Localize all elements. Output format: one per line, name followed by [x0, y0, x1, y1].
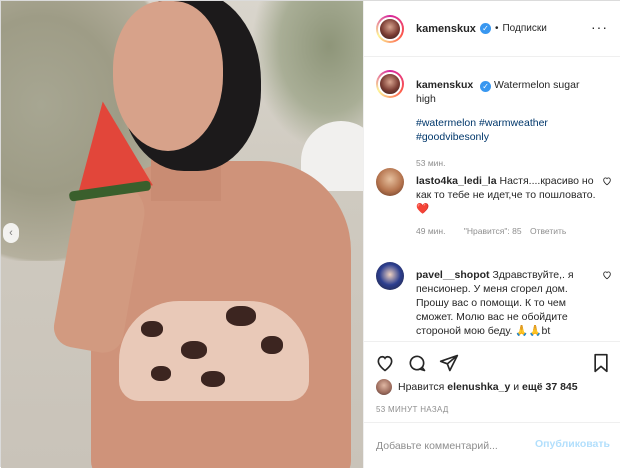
- likes-and: и: [513, 381, 520, 393]
- leopard-spot: [261, 336, 283, 354]
- following-button[interactable]: Подписки: [502, 23, 546, 34]
- carousel-prev-button[interactable]: ‹: [3, 223, 19, 243]
- liker-username[interactable]: elenushka_y: [447, 381, 510, 393]
- like-comment-heart-icon[interactable]: [602, 270, 612, 283]
- comments-list[interactable]: kamenskux ✓ Watermelon sugar high #water…: [364, 58, 620, 340]
- add-comment-bar: Опубликовать: [364, 422, 620, 468]
- commenter-avatar[interactable]: [376, 168, 404, 196]
- like-comment-heart-icon[interactable]: [602, 176, 612, 189]
- leopard-spot: [181, 341, 207, 359]
- hashtag-link[interactable]: #watermelon: [416, 117, 476, 129]
- verified-badge-icon: ✓: [479, 23, 491, 34]
- hashtag-link[interactable]: #warmweather: [479, 117, 548, 129]
- reply-button[interactable]: Ответить: [530, 226, 566, 236]
- liker-avatar: [376, 379, 392, 395]
- likes-count[interactable]: ещё 37 845: [522, 381, 578, 393]
- heart-emoji: ❤️: [416, 203, 430, 215]
- comment-username[interactable]: pavel__shopot: [416, 269, 490, 281]
- comment-bubble-icon[interactable]: [406, 352, 428, 374]
- like-heart-icon[interactable]: [374, 352, 396, 374]
- post-side-panel: kamenskux ✓ • Подписки ··· kamenskux ✓ W…: [363, 1, 620, 468]
- caption-time: 53 мин.: [416, 158, 446, 168]
- comment-time: 49 мин.: [416, 226, 446, 236]
- chevron-left-icon: ‹: [9, 227, 13, 239]
- leopard-spot: [201, 371, 225, 387]
- post-header: kamenskux ✓ • Подписки ···: [364, 1, 620, 57]
- author-username[interactable]: kamenskux: [416, 23, 476, 35]
- post-photo[interactable]: ‹: [1, 1, 363, 468]
- publish-comment-button[interactable]: Опубликовать: [535, 438, 610, 450]
- pray-emoji: 🙏🙏bt: [515, 325, 551, 337]
- comment-input[interactable]: [376, 436, 536, 456]
- commenter-avatar[interactable]: [376, 262, 404, 290]
- caption-avatar[interactable]: [376, 70, 404, 98]
- verified-badge-icon: ✓: [480, 81, 492, 92]
- post-timestamp: 53 МИНУТ НАЗАД: [376, 405, 449, 414]
- comment-likes-count[interactable]: "Нравится": 85: [464, 226, 522, 236]
- header-separator: •: [494, 23, 499, 34]
- leopard-spot: [141, 321, 163, 337]
- save-bookmark-icon[interactable]: [590, 352, 612, 374]
- instagram-post-modal: ‹ kamenskux ✓ • Подписки ··· kamenskux ✓…: [0, 0, 620, 468]
- hashtag-link[interactable]: #goodvibesonly: [416, 131, 489, 143]
- likes-summary: Нравится elenushka_y и ещё 37 845: [376, 379, 578, 395]
- more-options-icon[interactable]: ···: [591, 19, 608, 35]
- author-avatar[interactable]: [376, 14, 404, 43]
- leopard-spot: [151, 366, 171, 381]
- comment-username[interactable]: lasto4ka_ledi_la: [416, 175, 497, 187]
- caption-username[interactable]: kamenskux: [416, 79, 473, 91]
- post-actions-bar: [364, 341, 620, 381]
- leopard-spot: [226, 306, 256, 326]
- share-paper-plane-icon[interactable]: [438, 352, 460, 374]
- likes-prefix: Нравится: [398, 381, 445, 393]
